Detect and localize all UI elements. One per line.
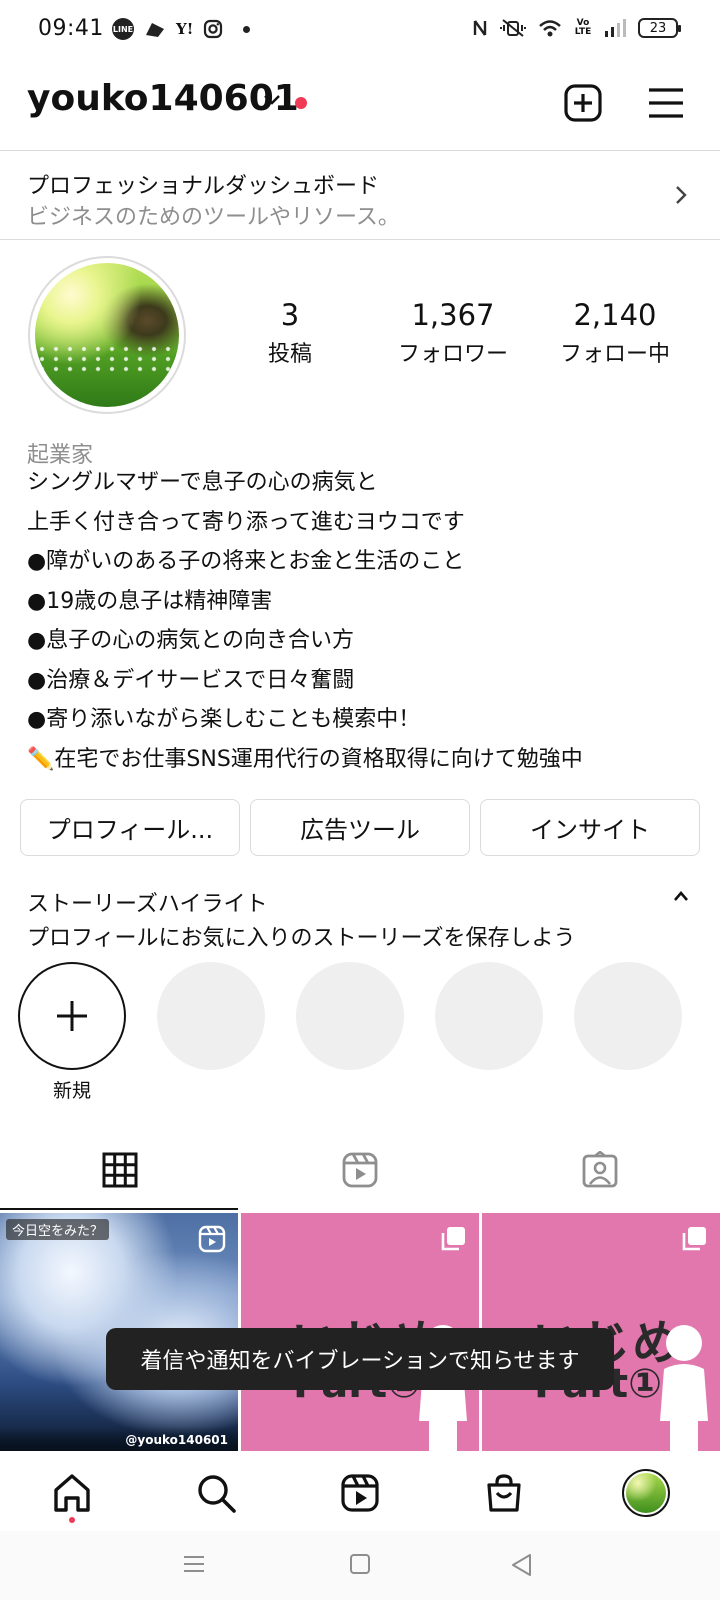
posts-count[interactable]: 3 投稿 (215, 298, 365, 368)
bio-line: ●治療＆デイサービスで日々奮闘 (27, 667, 355, 693)
volte-icon: Vo LTE (574, 18, 592, 37)
status-time: 09:41 (38, 16, 104, 41)
status-bar: 09:41 LINE Y! Vo LTE 23 (0, 0, 720, 62)
bio-line: ✏️在宅でお仕事SNS運用代行の資格取得に向けて勉強中 (27, 746, 583, 772)
plus-icon (57, 1001, 87, 1031)
nav-shop[interactable] (480, 1469, 528, 1517)
chevron-up-icon[interactable] (673, 890, 689, 902)
grid-icon (102, 1152, 138, 1188)
yahoo-icon: Y! (176, 20, 194, 38)
line-icon: LINE (112, 18, 134, 40)
instagram-icon (204, 19, 223, 39)
post-watermark: @youko140601 (125, 1433, 228, 1447)
highlights-title: ストーリーズハイライト (27, 892, 268, 917)
notification-dot (295, 97, 307, 109)
chevron-down-icon[interactable] (263, 94, 281, 106)
highlight-placeholder (435, 962, 543, 1070)
menu-icon[interactable] (646, 83, 686, 123)
person-silhouette-icon (660, 1325, 708, 1451)
home-icon (54, 1474, 90, 1512)
nav-search[interactable] (192, 1469, 240, 1517)
dashboard-divider (0, 239, 720, 240)
chevron-right-icon (676, 186, 687, 204)
tagged-icon (582, 1151, 618, 1188)
post-caption: 今日空をみた？ (6, 1219, 110, 1240)
shop-icon (487, 1474, 521, 1512)
bio-text: シングルマザーで息子の心の病気と 上手く付き合って寄り添って進むヨウコです ●障… (27, 463, 583, 779)
followers-number: 1,367 (411, 298, 495, 332)
reels-icon (342, 1152, 378, 1188)
followers-count[interactable]: 1,367 フォロワー (378, 298, 528, 368)
toast-message: 着信や通知をバイブレーションで知らせます (106, 1328, 614, 1390)
back-icon[interactable] (510, 1553, 532, 1577)
bio-line: ●息子の心の病気との向き合い方 (27, 628, 354, 653)
home-notification-dot (69, 1517, 75, 1523)
posts-label: 投稿 (267, 342, 312, 367)
avatar-image (35, 263, 179, 407)
notification-icons: LINE Y! (112, 18, 251, 40)
following-label: フォロー中 (559, 342, 670, 367)
following-count[interactable]: 2,140 フォロー中 (540, 298, 690, 368)
ad-tools-button[interactable]: 広告ツール (250, 799, 470, 856)
nav-reels[interactable] (336, 1469, 384, 1517)
system-navigation-bar (0, 1531, 720, 1600)
bio-line: ●19歳の息子は精神障害 (27, 588, 273, 614)
recents-icon[interactable] (182, 1553, 206, 1575)
reels-icon (341, 1474, 379, 1512)
nav-home[interactable] (48, 1469, 96, 1517)
posts-number: 3 (280, 298, 300, 332)
dashboard-title: プロフェッショナルダッシュボード (27, 174, 380, 199)
search-icon (198, 1475, 236, 1513)
following-number: 2,140 (573, 298, 657, 332)
new-highlight-label: 新規 (52, 1080, 91, 1102)
highlights-subtitle: プロフィールにお気に入りのストーリーズを保存しよう (27, 926, 576, 951)
nav-profile[interactable] (622, 1469, 670, 1517)
bottom-navigation (0, 1451, 720, 1531)
carousel-icon (441, 1227, 465, 1251)
battery-icon: 23 (638, 18, 681, 38)
signal-icon (605, 19, 626, 37)
dashboard-subtitle: ビジネスのためのツールやリソース。 (27, 205, 400, 230)
bio-line: シングルマザーで息子の心の病気と (27, 470, 378, 495)
new-post-icon[interactable] (563, 83, 603, 123)
dot-icon (243, 25, 251, 33)
account-username[interactable]: youko140601 (27, 78, 299, 119)
highlight-placeholder (574, 962, 682, 1070)
active-tab-indicator (0, 1208, 238, 1210)
bio-line: ●寄り添いながら楽しむことも模索中！ (27, 707, 421, 732)
drive-icon (146, 23, 164, 37)
followers-label: フォロワー (397, 342, 508, 367)
insights-button[interactable]: インサイト (480, 799, 700, 856)
nfc-icon (473, 20, 487, 36)
tab-tagged[interactable] (480, 1130, 720, 1210)
bio-line: 上手く付き合って寄り添って進むヨウコです (27, 509, 465, 535)
profile-avatar-small (622, 1469, 670, 1517)
reel-icon (198, 1225, 226, 1253)
tab-reels[interactable] (240, 1130, 480, 1210)
vibrate-icon (500, 19, 526, 37)
profile-avatar[interactable] (28, 256, 186, 414)
new-highlight-button[interactable] (18, 962, 126, 1070)
home-square-icon[interactable] (349, 1553, 371, 1575)
wifi-icon (539, 20, 561, 37)
system-status-icons: Vo LTE 23 (472, 18, 681, 38)
highlight-placeholder (296, 962, 404, 1070)
edit-profile-button[interactable]: プロフィール... (20, 799, 240, 856)
highlight-placeholder (157, 962, 265, 1070)
bio-line: ●障がいのある子の将来とお金と生活のこと (27, 549, 465, 574)
carousel-icon (682, 1227, 706, 1251)
tab-posts-grid[interactable] (0, 1130, 240, 1210)
